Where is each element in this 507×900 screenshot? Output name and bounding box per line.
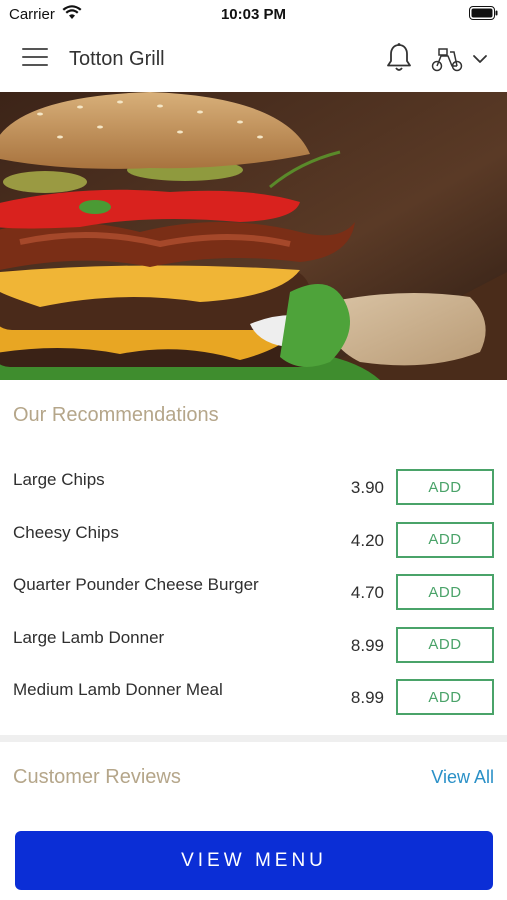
- item-name: Quarter Pounder Cheese Burger: [13, 575, 259, 594]
- item-name: Large Lamb Donner: [13, 627, 165, 647]
- list-item: Large Lamb Donner 8.99 ADD: [0, 618, 507, 671]
- list-item: Medium Lamb Donner Meal 8.99 ADD: [0, 670, 507, 723]
- item-price: 3.90: [350, 478, 384, 497]
- add-button[interactable]: ADD: [396, 574, 494, 610]
- reviews-title: Customer Reviews: [13, 766, 181, 788]
- battery-icon: [469, 6, 498, 20]
- app-header: Totton Grill: [0, 28, 507, 92]
- add-button[interactable]: ADD: [396, 679, 494, 715]
- item-name: Cheesy Chips: [13, 522, 119, 542]
- item-price: 4.70: [350, 583, 384, 602]
- list-item: Cheesy Chips 4.20 ADD: [0, 513, 507, 566]
- item-price: 8.99: [350, 688, 384, 707]
- recommendations-title: Our Recommendations: [13, 404, 219, 426]
- item-name: Large Chips: [13, 470, 105, 489]
- add-button[interactable]: ADD: [396, 521, 494, 558]
- burger-photo: [0, 92, 507, 380]
- item-price: 4.20: [350, 530, 384, 550]
- add-button[interactable]: ADD: [396, 626, 494, 663]
- item-price: 8.99: [350, 635, 384, 655]
- bell-icon[interactable]: [385, 42, 413, 74]
- chevron-down-icon[interactable]: [472, 52, 488, 66]
- status-bar: Carrier 10:03 PM: [0, 0, 507, 28]
- section-divider: [0, 735, 507, 742]
- list-item: Large Chips 3.90 ADD: [0, 460, 507, 513]
- delivery-scooter-icon[interactable]: [430, 44, 464, 74]
- view-menu-button[interactable]: VIEW MENU: [15, 831, 493, 890]
- menu-icon[interactable]: [22, 48, 48, 70]
- view-all-link[interactable]: View All: [431, 767, 494, 788]
- page-title: Totton Grill: [69, 48, 165, 70]
- status-time: 10:03 PM: [220, 6, 287, 23]
- hero-burger-image: [0, 92, 507, 380]
- list-item: Quarter Pounder Cheese Burger 4.70 ADD: [0, 565, 507, 618]
- add-button[interactable]: ADD: [396, 469, 494, 505]
- recommendations-list: Large Chips 3.90 ADD Cheesy Chips 4.20 A…: [0, 460, 507, 723]
- item-name: Medium Lamb Donner Meal: [13, 680, 223, 699]
